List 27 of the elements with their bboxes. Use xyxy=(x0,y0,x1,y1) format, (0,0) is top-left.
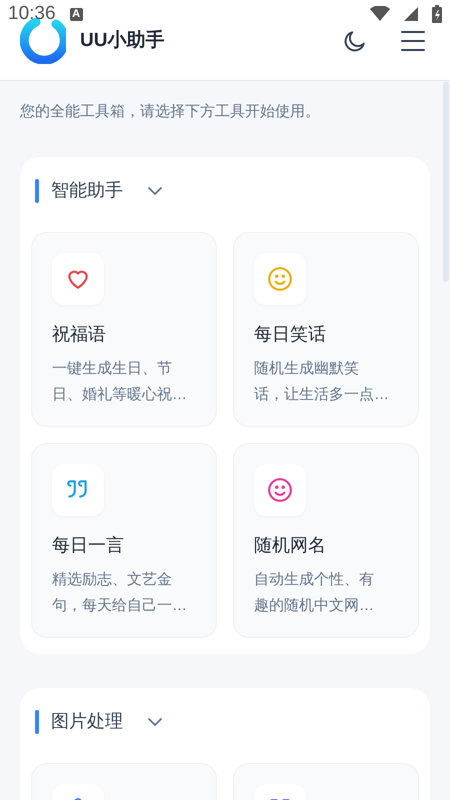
tool-card[interactable]: 祝福语 一键生成生日、节 日、婚礼等暖心祝… xyxy=(31,232,217,427)
accent-bar xyxy=(35,710,39,734)
chevron-icon xyxy=(147,716,163,726)
wifi-icon xyxy=(370,6,390,22)
logo-icon xyxy=(20,18,66,64)
tool-name: 祝福语 xyxy=(52,323,107,346)
tool-name: 每日笑话 xyxy=(254,323,327,346)
tool-description: 自动生成个性、有 趣的随机中文网… xyxy=(254,570,375,616)
status-time: 10:36 xyxy=(8,2,56,26)
chevron-icon xyxy=(147,186,163,196)
tool-card[interactable]: 随机网名 自动生成个性、有 趣的随机中文网… xyxy=(233,443,419,638)
tool-card[interactable]: 每日一言 精选励志、文艺金 句，每天给自己一… xyxy=(31,443,217,638)
section-title: 智能助手 xyxy=(51,179,123,202)
tool-name: 随机网名 xyxy=(254,534,327,557)
menu-icon xyxy=(400,29,426,53)
intro-text: 您的全能工具箱，请选择下方工具开始使用。 xyxy=(20,102,321,122)
battery-icon xyxy=(432,5,442,23)
signal-icon xyxy=(404,7,418,21)
app-title: UU小助手 xyxy=(80,28,164,53)
tool-description: 随机生成幽默笑 话，让生活多一点… xyxy=(254,359,390,405)
section-title: 图片处理 xyxy=(51,710,123,733)
tool-description: 精选励志、文艺金 句，每天给自己一… xyxy=(52,570,188,616)
tool-name: 每日一言 xyxy=(52,534,125,557)
tool-description: 一键生成生日、节 日、婚礼等暖心祝… xyxy=(52,359,188,405)
accent-bar xyxy=(35,178,39,202)
notification-icon: A xyxy=(70,8,83,20)
tool-card[interactable]: 每日笑话 随机生成幽默笑 话，让生活多一点… xyxy=(233,232,419,427)
